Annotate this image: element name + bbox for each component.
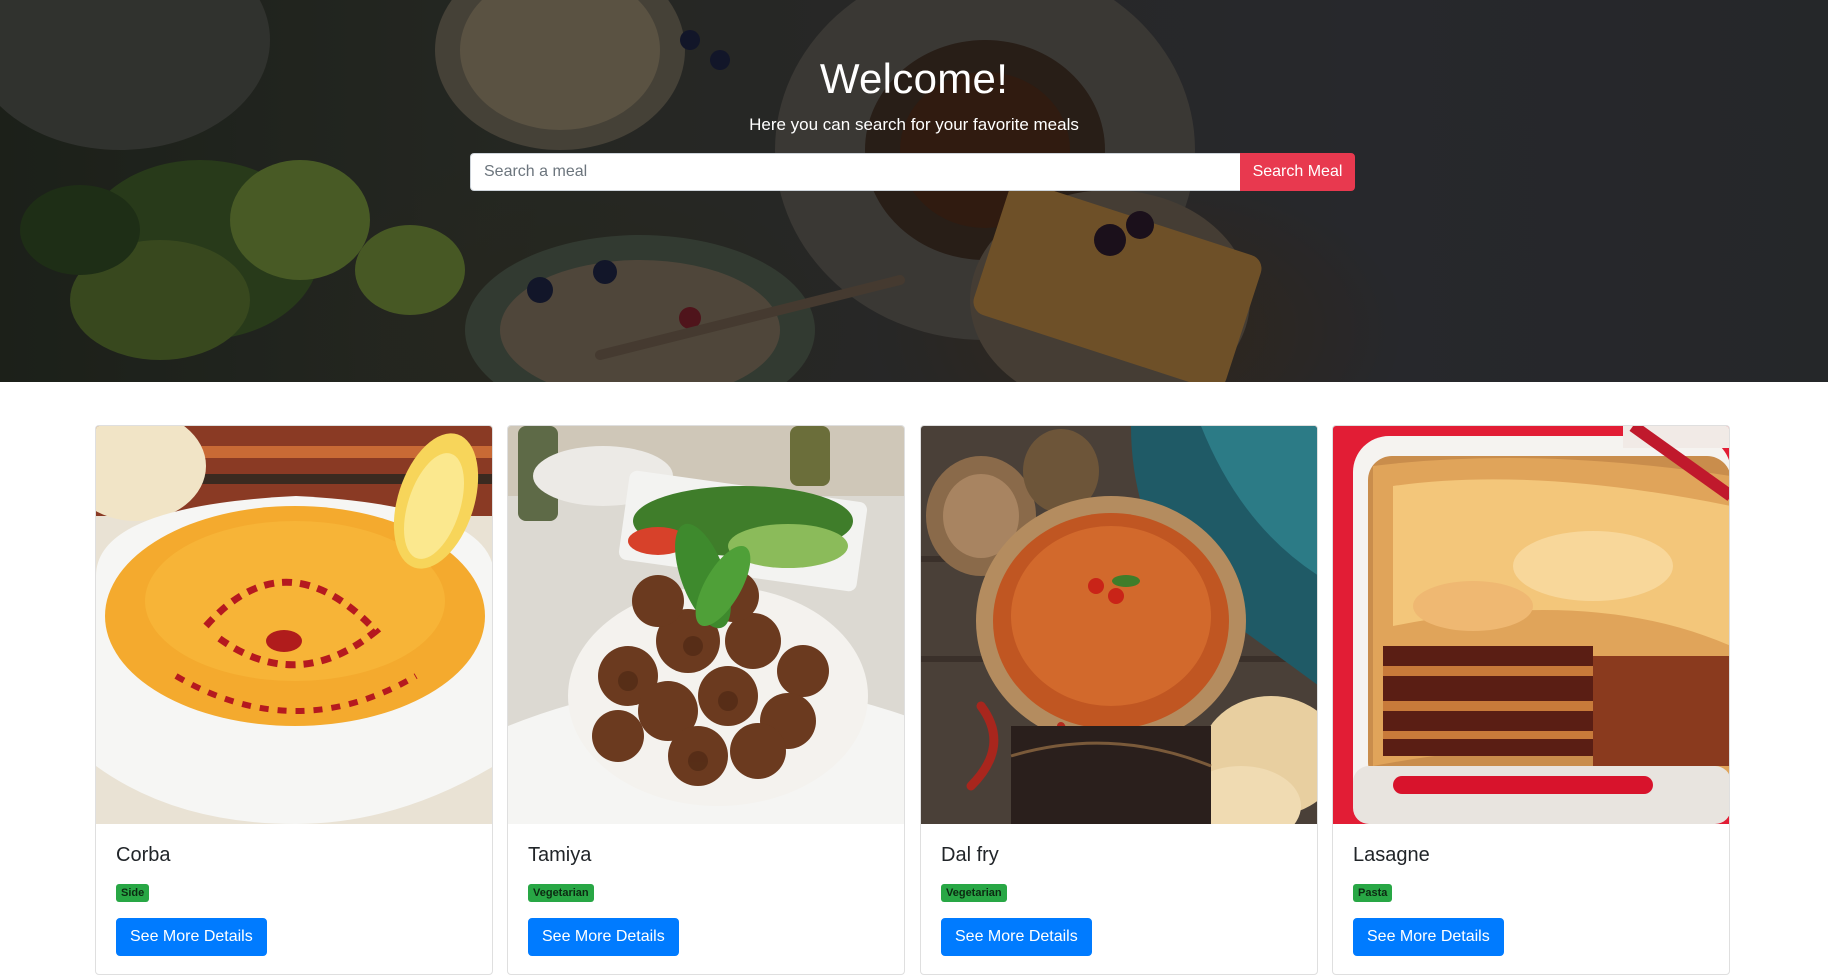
meal-card: Corba Side See More Details [95,425,493,975]
hero-content: Welcome! Here you can search for your fa… [0,0,1828,382]
meal-title: Lasagne [1353,844,1430,866]
see-more-details-button[interactable]: See More Details [941,918,1092,956]
meal-image [508,426,904,824]
category-badge: Side [116,884,150,902]
meal-card: Tamiya Vegetarian See More Details [507,425,905,975]
search-input[interactable] [470,153,1240,191]
hero-subtitle: Here you can search for your favorite me… [749,115,1079,134]
meal-card: Dal fry Vegetarian See More Details [920,425,1318,975]
meal-image [921,426,1317,824]
category-badge: Vegetarian [528,884,594,902]
meal-image [1333,426,1729,824]
meal-title: Dal fry [941,844,999,866]
meal-image [96,426,492,824]
hero-banner: Welcome! Here you can search for your fa… [0,0,1828,382]
search-form: Search Meal [470,153,1355,191]
meal-title: Corba [116,844,171,866]
meal-card: Lasagne Pasta See More Details [1332,425,1730,975]
see-more-details-button[interactable]: See More Details [528,918,679,956]
search-meal-button[interactable]: Search Meal [1240,153,1355,191]
category-badge: Pasta [1353,884,1393,902]
see-more-details-button[interactable]: See More Details [1353,918,1504,956]
see-more-details-button[interactable]: See More Details [116,918,267,956]
category-badge: Vegetarian [941,884,1007,902]
meal-card-grid: Corba Side See More Details Tamiya Veget… [95,425,1731,975]
meal-title: Tamiya [528,844,592,866]
page-title: Welcome! [819,55,1009,102]
